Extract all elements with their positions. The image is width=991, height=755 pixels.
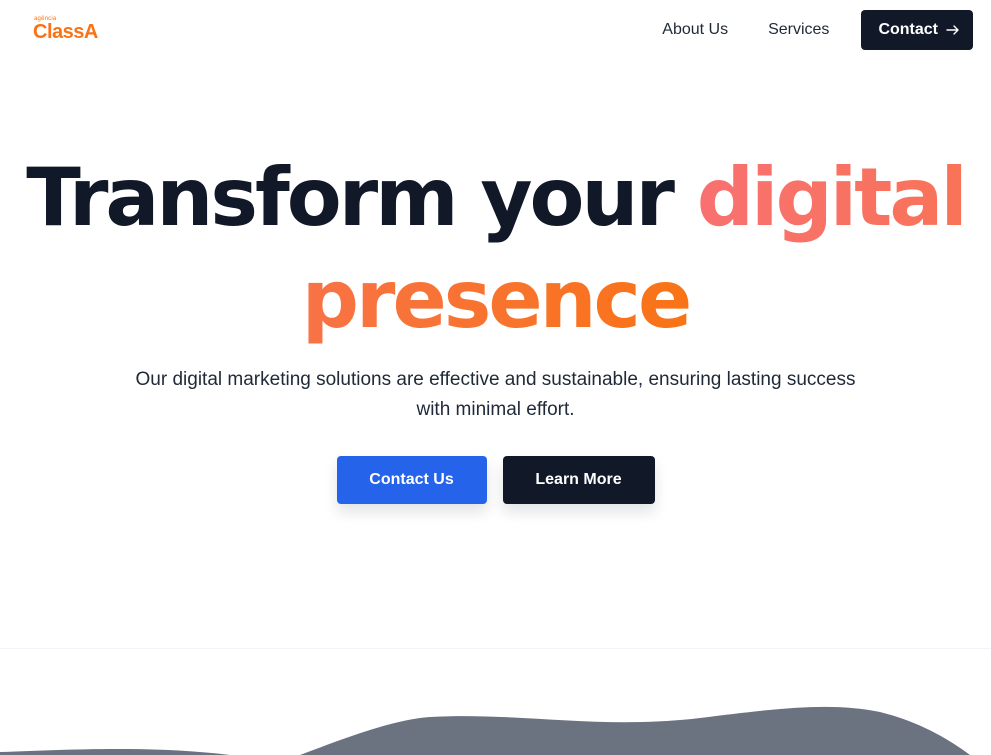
nav-about-us[interactable]: About Us	[662, 21, 728, 39]
landing-page: agência ClassA About Us Services Contact…	[0, 0, 991, 755]
hero-subtitle: Our digital marketing solutions are effe…	[135, 369, 856, 420]
main-nav: About Us Services Contact	[662, 10, 973, 50]
section-divider	[0, 648, 991, 649]
nav-contact-label: Contact	[878, 21, 938, 38]
headline-accent-text: digital	[696, 151, 968, 244]
nav-contact-button[interactable]: Contact	[861, 10, 973, 50]
wave-decoration	[0, 706, 991, 755]
headline-dark-text: Transform your	[26, 151, 697, 244]
brand-logo[interactable]: agência ClassA	[33, 16, 113, 46]
logo-wordmark: ClassA	[33, 21, 98, 43]
contact-us-button[interactable]: Contact Us	[336, 456, 487, 504]
hero-headline-line2: presence	[0, 250, 991, 350]
site-header: agência ClassA About Us Services Contact	[0, 0, 991, 62]
headline-accent-text-2: presence	[301, 253, 692, 346]
learn-more-button[interactable]: Learn More	[502, 456, 655, 504]
nav-services[interactable]: Services	[768, 21, 829, 39]
hero-headline-line1: Transform your digital	[0, 148, 991, 248]
hero-cta-group: Contact Us Learn More	[0, 456, 991, 504]
arrow-right-icon	[946, 25, 959, 35]
